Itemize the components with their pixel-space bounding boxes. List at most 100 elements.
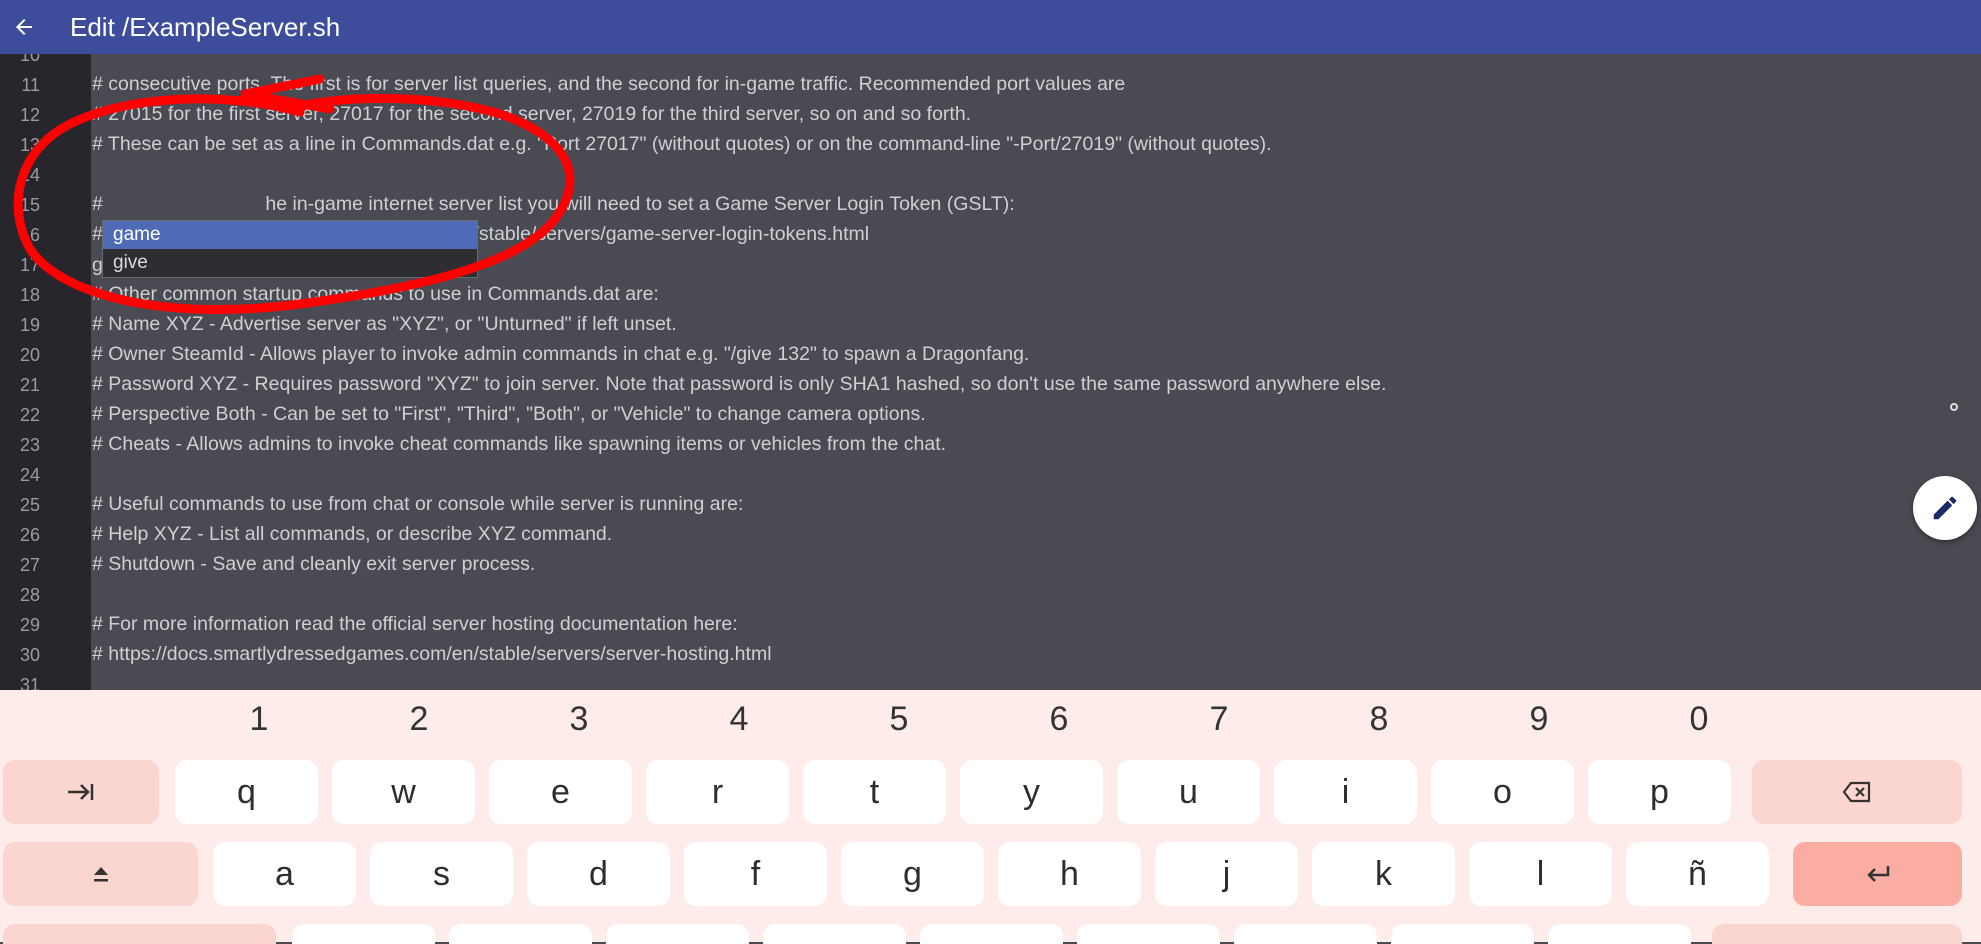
- number-row: 1 2 3 4 5 6 7 8 9 0: [0, 690, 1981, 750]
- edit-fab-button[interactable]: [1913, 476, 1977, 540]
- line-number: 13: [19, 135, 40, 155]
- code-editor[interactable]: 10 11 # consecutive ports. The first is fo…: [0, 54, 1981, 690]
- code-line-text: # For more information read the official…: [92, 613, 738, 635]
- line-number: 12: [19, 105, 40, 125]
- line-number: 16: [19, 225, 40, 245]
- code-line[interactable]: # Cheats - Allows admins to invoke cheat…: [92, 433, 946, 456]
- key-w[interactable]: w: [332, 760, 475, 824]
- line-number: 31: [19, 675, 40, 690]
- code-line-text: # he in-game internet server list you wi…: [92, 193, 1015, 215]
- page-title: Edit /ExampleServer.sh: [70, 11, 341, 42]
- scroll-indicator-icon: [1950, 403, 1958, 411]
- key-7[interactable]: 7: [1189, 700, 1249, 739]
- code-line[interactable]: # Password XYZ - Requires password "XYZ"…: [92, 373, 1386, 396]
- key-c[interactable]: [606, 924, 749, 944]
- back-button[interactable]: [6, 9, 42, 45]
- key-5[interactable]: 5: [869, 700, 929, 739]
- code-line-text: # 27015 for the first server, 27017 for …: [92, 103, 972, 125]
- code-line[interactable]: # These can be set as a line in Commands…: [92, 133, 1272, 156]
- code-line[interactable]: # Other common startup commands to use i…: [92, 283, 659, 306]
- key-1[interactable]: 1: [229, 700, 289, 739]
- symbols-key[interactable]: [3, 924, 276, 944]
- key-j[interactable]: j: [1155, 842, 1298, 906]
- key-u[interactable]: u: [1117, 760, 1260, 824]
- code-line[interactable]: # Useful commands to use from chat or co…: [92, 493, 743, 516]
- key-b[interactable]: [920, 924, 1063, 944]
- key-period[interactable]: [1548, 924, 1691, 944]
- code-line-text: # Name XYZ - Advertise server as "XYZ", …: [92, 313, 677, 335]
- autocomplete-item[interactable]: game: [103, 221, 477, 249]
- backspace-key[interactable]: [1752, 760, 1962, 824]
- line-number: 10: [19, 54, 40, 65]
- tab-icon: [68, 784, 94, 800]
- code-line[interactable]: # he in-game internet server list you wi…: [92, 193, 1015, 216]
- code-line-text: # consecutive ports. The first is for se…: [92, 73, 1126, 95]
- code-line[interactable]: # Perspective Both - Can be set to "Firs…: [92, 403, 926, 426]
- key-m[interactable]: [1234, 924, 1377, 944]
- code-line[interactable]: # Help XYZ - List all commands, or descr…: [92, 523, 612, 546]
- line-number: 22: [19, 405, 40, 425]
- shift-key[interactable]: [3, 842, 198, 906]
- line-number: 20: [19, 345, 40, 365]
- code-line-text: # Cheats - Allows admins to invoke cheat…: [92, 433, 947, 455]
- line-number: 25: [19, 495, 40, 515]
- code-line-text: # Help XYZ - List all commands, or descr…: [92, 523, 613, 545]
- key-6[interactable]: 6: [1029, 700, 1089, 739]
- key-d[interactable]: d: [527, 842, 670, 906]
- line-number: 23: [19, 435, 40, 455]
- key-3[interactable]: 3: [549, 700, 609, 739]
- key-2[interactable]: 2: [389, 700, 449, 739]
- code-line[interactable]: # Name XYZ - Advertise server as "XYZ", …: [92, 313, 677, 336]
- app-bar: Edit /ExampleServer.sh: [0, 0, 1981, 54]
- code-line[interactable]: # https://docs.smartlydressedgames.com/e…: [92, 643, 772, 666]
- code-line-text: # Password XYZ - Requires password "XYZ"…: [92, 373, 1387, 395]
- key-p[interactable]: p: [1588, 760, 1731, 824]
- line-number: 19: [19, 315, 40, 335]
- code-line-text: # These can be set as a line in Commands…: [92, 133, 1272, 155]
- shift-right-key[interactable]: [1712, 924, 1962, 944]
- key-o[interactable]: o: [1431, 760, 1574, 824]
- autocomplete-item[interactable]: give: [103, 249, 477, 277]
- tab-key[interactable]: [3, 760, 159, 824]
- code-line[interactable]: # Owner SteamId - Allows player to invok…: [92, 343, 1029, 366]
- key-s[interactable]: s: [370, 842, 513, 906]
- code-line-text: # Perspective Both - Can be set to "Firs…: [92, 403, 926, 425]
- line-number: 28: [19, 585, 40, 605]
- key-comma[interactable]: [1391, 924, 1534, 944]
- key-k[interactable]: k: [1312, 842, 1455, 906]
- key-n-tilde[interactable]: ñ: [1626, 842, 1769, 906]
- key-4[interactable]: 4: [709, 700, 769, 739]
- code-line-text: # Shutdown - Save and cleanly exit serve…: [92, 553, 536, 575]
- line-number: 17: [19, 255, 40, 275]
- enter-key[interactable]: [1793, 842, 1962, 906]
- line-number: 30: [19, 645, 40, 665]
- key-f[interactable]: f: [684, 842, 827, 906]
- code-line[interactable]: # Shutdown - Save and cleanly exit serve…: [92, 553, 535, 576]
- key-h[interactable]: h: [998, 842, 1141, 906]
- shift-icon: [93, 867, 108, 882]
- key-l[interactable]: l: [1469, 842, 1612, 906]
- enter-icon: [1866, 866, 1889, 882]
- code-line-text: # Useful commands to use from chat or co…: [92, 493, 744, 515]
- code-line[interactable]: # 27015 for the first server, 27017 for …: [92, 103, 971, 126]
- code-line[interactable]: # consecutive ports. The first is for se…: [92, 73, 1125, 96]
- line-number: 26: [19, 525, 40, 545]
- key-9[interactable]: 9: [1509, 700, 1569, 739]
- key-i[interactable]: i: [1274, 760, 1417, 824]
- arrow-left-icon: [16, 19, 32, 35]
- code-line[interactable]: # For more information read the official…: [92, 613, 738, 636]
- key-0[interactable]: 0: [1669, 700, 1729, 739]
- key-q[interactable]: q: [175, 760, 318, 824]
- key-n[interactable]: [1077, 924, 1220, 944]
- key-8[interactable]: 8: [1349, 700, 1409, 739]
- key-z[interactable]: [292, 924, 435, 944]
- key-r[interactable]: r: [646, 760, 789, 824]
- key-y[interactable]: y: [960, 760, 1103, 824]
- key-e[interactable]: e: [489, 760, 632, 824]
- key-x[interactable]: [449, 924, 592, 944]
- key-g[interactable]: g: [841, 842, 984, 906]
- key-a[interactable]: a: [213, 842, 356, 906]
- key-v[interactable]: [763, 924, 906, 944]
- line-number: 24: [19, 465, 40, 485]
- key-t[interactable]: t: [803, 760, 946, 824]
